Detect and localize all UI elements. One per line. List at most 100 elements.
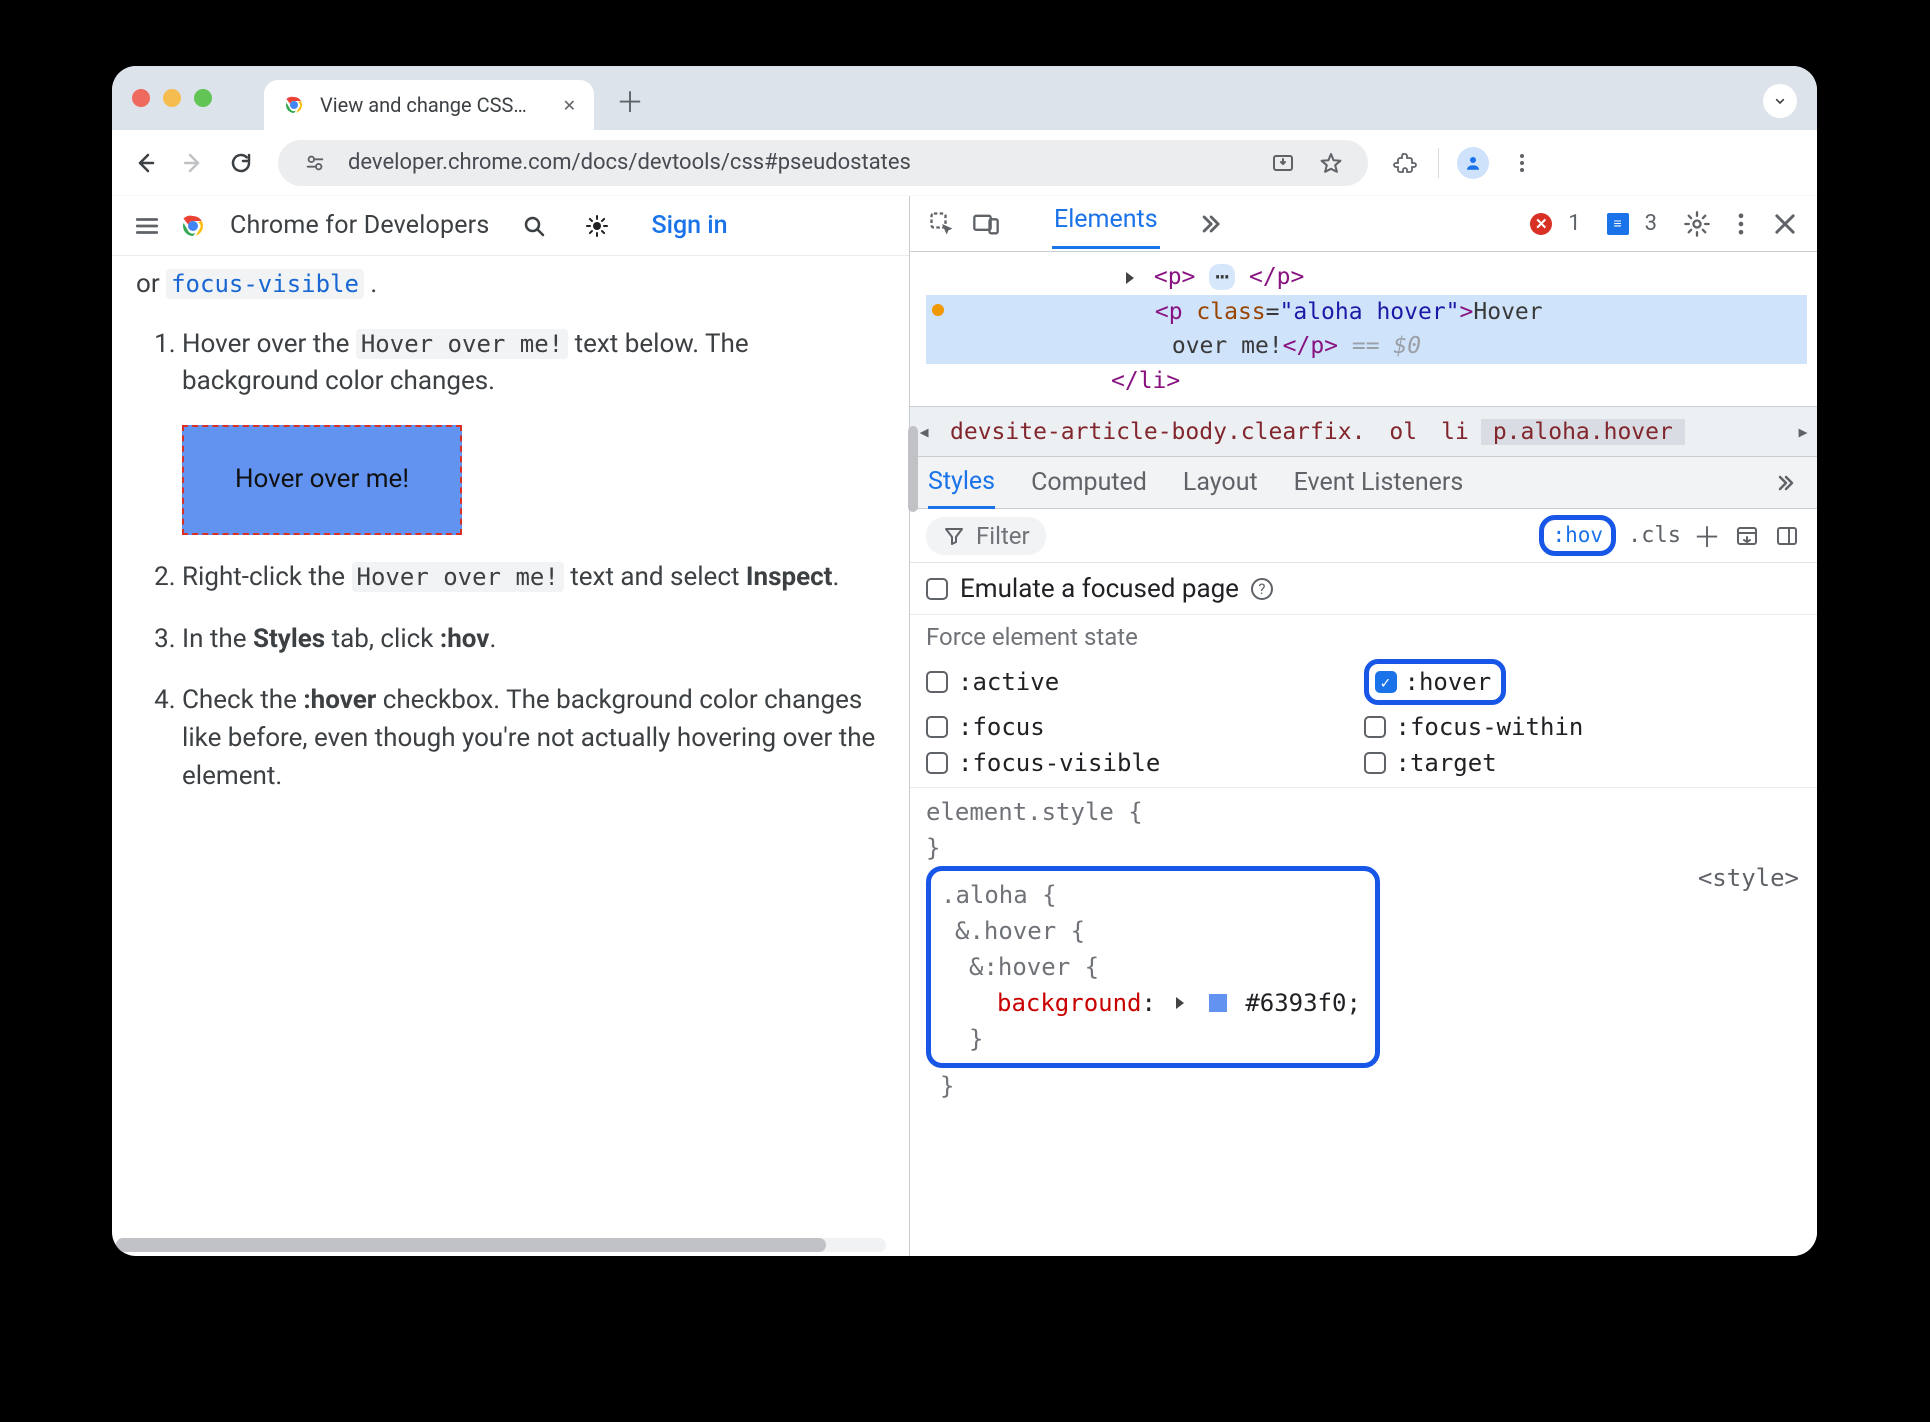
new-style-rule-icon[interactable]: ＋ — [1693, 522, 1721, 550]
extensions-icon[interactable] — [1390, 148, 1420, 178]
dom-breadcrumb: ◂ devsite-article-body.clearfix. ol li p… — [910, 407, 1817, 457]
checkbox[interactable] — [926, 752, 948, 774]
cls-toggle-button[interactable]: .cls — [1628, 523, 1681, 548]
window-controls — [132, 89, 212, 107]
rule-origin-link[interactable]: <style> — [1698, 860, 1799, 896]
checkbox-checked[interactable]: ✓ — [1375, 671, 1397, 693]
window-close-button[interactable] — [132, 89, 150, 107]
omnibox[interactable]: developer.chrome.com/docs/devtools/css#p… — [278, 140, 1368, 186]
checkbox[interactable] — [1364, 752, 1386, 774]
error-icon[interactable]: ✕ — [1530, 213, 1552, 235]
emulate-focused-checkbox[interactable] — [926, 578, 948, 600]
tab-layout[interactable]: Layout — [1183, 468, 1258, 497]
dom-row[interactable]: </li> — [926, 364, 1807, 399]
checkbox[interactable] — [1364, 716, 1386, 738]
force-target[interactable]: :target — [1364, 749, 1802, 777]
back-button[interactable] — [130, 148, 160, 178]
help-icon[interactable]: ? — [1251, 578, 1273, 600]
bookmark-icon[interactable] — [1316, 148, 1346, 178]
rendered-page: Chrome for Developers Sign in or focus-v… — [112, 196, 910, 1256]
tab-computed[interactable]: Computed — [1031, 468, 1147, 497]
step-4: Check the :hover checkbox. The backgroun… — [182, 682, 885, 795]
tab-title: View and change CSS | Chrome — [320, 93, 530, 117]
hamburger-icon[interactable] — [134, 213, 160, 239]
computed-styles-icon[interactable] — [1733, 522, 1761, 550]
info-icon[interactable]: ≡ — [1607, 213, 1629, 235]
breadcrumb-scroll-right[interactable]: ▸ — [1789, 419, 1817, 445]
reload-button[interactable] — [226, 148, 256, 178]
force-element-state: Force element state :active ✓ :hover — [910, 615, 1817, 788]
force-focus-visible[interactable]: :focus-visible — [926, 749, 1364, 777]
dom-tree[interactable]: <p> ⋯ </p> <p class="aloha hover">Hover … — [910, 252, 1817, 407]
devtools-menu-icon[interactable] — [1727, 210, 1755, 238]
code-focus-visible: focus-visible — [166, 269, 364, 299]
chrome-logo-icon — [178, 211, 208, 241]
force-hover[interactable]: ✓ :hover — [1364, 659, 1507, 705]
panel-tab-elements[interactable]: Elements — [1052, 199, 1160, 249]
browser-tab[interactable]: View and change CSS | Chrome ✕ — [264, 80, 594, 130]
more-tabs-icon[interactable] — [1771, 469, 1799, 497]
new-tab-button[interactable]: ＋ — [616, 81, 644, 121]
settings-icon[interactable] — [1683, 210, 1711, 238]
breadcrumb-item-active[interactable]: p.aloha.hover — [1481, 419, 1685, 445]
checkbox[interactable] — [926, 716, 948, 738]
tab-strip: View and change CSS | Chrome ✕ ＋ — [112, 66, 1817, 130]
force-focus-within[interactable]: :focus-within — [1364, 713, 1802, 741]
emulate-focused-page: Emulate a focused page ? — [910, 563, 1817, 615]
filter-icon — [942, 524, 966, 548]
hover-demo-box[interactable]: Hover over me! — [182, 425, 462, 535]
devtools-panel: Elements ✕ 1 ≡ 3 <p> ⋯ </p> — [910, 196, 1817, 1256]
chrome-logo-icon — [282, 93, 306, 117]
highlighted-rule: .aloha { &.hover { &:hover { background:… — [926, 866, 1380, 1068]
step-2: Right-click the Hover over me! text and … — [182, 559, 885, 597]
force-active[interactable]: :active — [926, 659, 1364, 705]
more-tabs-icon[interactable] — [1196, 210, 1224, 238]
window-zoom-button[interactable] — [194, 89, 212, 107]
sign-in-link[interactable]: Sign in — [651, 211, 727, 240]
tab-styles[interactable]: Styles — [928, 467, 995, 509]
steps-list: Hover over the Hover over me! text below… — [146, 326, 885, 796]
site-info-icon[interactable] — [300, 148, 330, 178]
ellipsis-icon[interactable]: ⋯ — [1209, 264, 1235, 290]
chrome-menu-icon[interactable] — [1507, 148, 1537, 178]
styles-filter-bar: Filter :hov .cls ＋ — [910, 509, 1817, 563]
horizontal-scrollbar[interactable] — [116, 1238, 886, 1252]
force-focus[interactable]: :focus — [926, 713, 1364, 741]
scrollbar-thumb[interactable] — [116, 1238, 826, 1252]
theme-toggle-icon[interactable] — [583, 212, 611, 240]
css-property-name[interactable]: background — [997, 989, 1142, 1017]
toggle-sidebar-icon[interactable] — [1773, 522, 1801, 550]
profile-avatar[interactable] — [1457, 147, 1489, 179]
search-icon[interactable] — [521, 213, 547, 239]
tab-event-listeners[interactable]: Event Listeners — [1294, 468, 1464, 497]
window-minimize-button[interactable] — [163, 89, 181, 107]
breadcrumb-item[interactable]: ol — [1377, 419, 1429, 445]
url-text: developer.chrome.com/docs/devtools/css#p… — [348, 150, 1250, 175]
hov-toggle-button[interactable]: :hov — [1539, 515, 1616, 556]
site-title: Chrome for Developers — [230, 211, 489, 240]
checkbox[interactable] — [926, 671, 948, 693]
dom-row[interactable]: <p> ⋯ </p> — [926, 260, 1807, 295]
devtools-close-icon[interactable] — [1771, 210, 1799, 238]
install-app-icon[interactable] — [1268, 148, 1298, 178]
device-toolbar-icon[interactable] — [972, 210, 1000, 238]
tab-close-button[interactable]: ✕ — [563, 96, 576, 115]
breadcrumb-item[interactable]: devsite-article-body.clearfix. — [938, 419, 1377, 445]
dom-row-selected[interactable]: <p class="aloha hover">Hover over me!</p… — [926, 295, 1807, 364]
forward-button[interactable] — [178, 148, 208, 178]
css-rules[interactable]: element.style { } <style> .aloha { &.hov… — [910, 788, 1817, 1114]
filter-placeholder: Filter — [976, 522, 1030, 550]
inspect-element-icon[interactable] — [928, 210, 956, 238]
browser-window: View and change CSS | Chrome ✕ ＋ develop… — [112, 66, 1817, 1256]
pane-resize-handle[interactable] — [908, 426, 918, 512]
devtools-toolbar: Elements ✕ 1 ≡ 3 — [910, 196, 1817, 252]
css-property-value[interactable]: #6393f0; — [1245, 989, 1361, 1017]
tab-search-button[interactable] — [1763, 84, 1797, 118]
site-header: Chrome for Developers Sign in — [112, 196, 909, 256]
force-state-label: Force element state — [926, 623, 1801, 651]
error-count: 1 — [1568, 211, 1580, 236]
styles-filter-input[interactable]: Filter — [926, 517, 1046, 555]
breadcrumb-item[interactable]: li — [1429, 419, 1481, 445]
color-swatch-icon[interactable] — [1209, 994, 1227, 1012]
expand-shorthand-icon[interactable] — [1176, 997, 1184, 1009]
